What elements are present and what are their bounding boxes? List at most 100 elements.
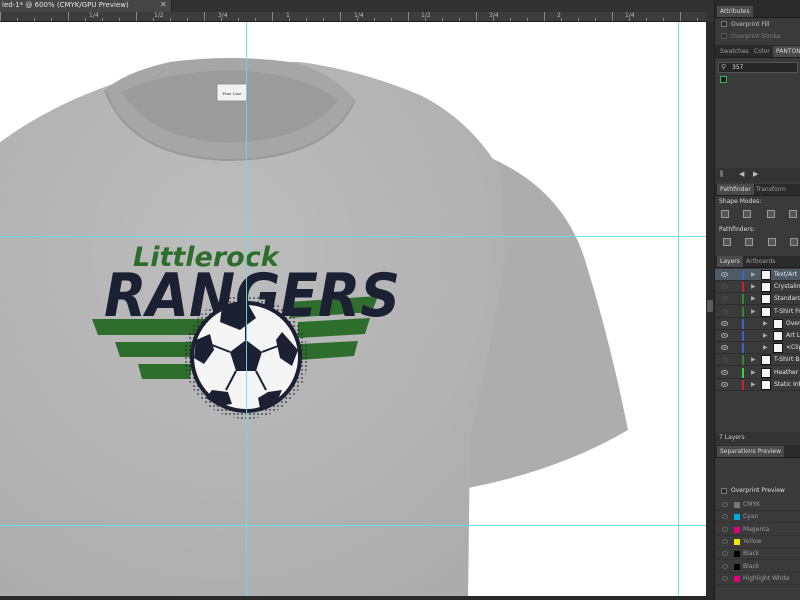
layer-thumbnail [761,270,771,280]
separation-row[interactable]: Magenta [715,524,800,536]
overprint-preview-label: Overprint Preview [731,487,785,494]
ruler-tick [612,12,613,21]
expand-toggle-icon[interactable]: ▶ [763,320,768,327]
layer-row[interactable]: ▶ T-Shirt Fro [715,305,800,318]
expand-toggle-icon[interactable]: ▶ [751,283,756,290]
separation-row[interactable]: Black [715,561,800,573]
ruler-tick [544,12,545,21]
visibility-eye-icon[interactable] [721,381,728,387]
visibility-eye-icon[interactable] [721,369,728,375]
separation-row[interactable]: Highlight White [715,573,800,585]
visibility-eye-icon[interactable] [722,502,728,507]
exclude-icon[interactable] [789,210,797,218]
expand-toggle-icon[interactable]: ▶ [763,344,768,351]
tab-swatches[interactable]: Swatches [717,46,752,57]
visibility-eye-icon[interactable] [721,296,728,302]
separations-panel-header: Separations Preview [715,445,800,458]
vertical-guide[interactable] [678,22,679,596]
previous-icon[interactable]: ◀ [739,170,744,178]
visibility-eye-icon[interactable] [721,357,728,363]
horizontal-guide[interactable] [0,236,706,237]
horizontal-guide[interactable] [0,525,706,526]
swatch-search-input[interactable]: ⚲ 357 [718,62,798,73]
separation-row[interactable]: Cyan [715,511,800,524]
layer-row[interactable]: ▶ Standard I [715,293,800,306]
visibility-eye-icon[interactable] [721,308,728,314]
separation-name: Yellow [743,537,762,545]
visibility-eye-icon[interactable] [721,345,728,351]
layer-row[interactable]: ▶ Heather H [715,366,800,379]
overprint-preview-checkbox[interactable] [721,488,727,494]
vertical-scrollbar[interactable] [706,22,714,596]
tab-transform[interactable]: Transform [753,184,789,195]
intersect-icon[interactable] [767,210,775,218]
minus-front-icon[interactable] [743,210,751,218]
close-icon[interactable]: ✕ [160,0,167,9]
library-icon[interactable]: ⫼ [720,170,723,179]
layers-panel-header: Layers Artboards [715,256,800,268]
tab-separations-preview[interactable]: Separations Preview [717,446,785,457]
layer-row[interactable]: ▶ Crystalina [715,281,800,294]
visibility-eye-icon[interactable] [722,575,728,581]
ruler-label: 1/2 [154,12,164,19]
visibility-eye-icon[interactable] [721,320,728,326]
expand-toggle-icon[interactable]: ▶ [751,369,756,376]
visibility-eye-icon[interactable] [722,514,728,520]
visibility-eye-icon[interactable] [721,333,728,338]
unite-icon[interactable] [721,210,729,218]
layers-footer: 7 Layers [715,432,800,444]
expand-toggle-icon[interactable]: ▶ [751,271,756,278]
tab-attributes[interactable]: Attributes [717,6,753,17]
tab-color[interactable]: Color [751,46,773,57]
divide-icon[interactable] [723,238,731,246]
layer-row[interactable]: ▶ Art La [715,330,800,342]
expand-toggle-icon[interactable]: ▶ [751,308,756,315]
crop-icon[interactable] [790,238,798,246]
separation-row[interactable]: Black [715,548,800,561]
trim-icon[interactable] [745,238,753,246]
visibility-eye-icon[interactable] [722,551,728,557]
layer-row[interactable]: ▶ Text/Art [715,269,800,281]
expand-toggle-icon[interactable]: ▶ [751,295,756,302]
layer-row[interactable]: ▶ T-Shirt Ba [715,354,800,367]
layer-color-swatch [742,282,744,293]
ruler-tick [0,12,1,21]
overprint-fill-checkbox[interactable] [721,21,727,27]
tab-pantone[interactable]: PANTONE [773,46,800,57]
layer-row[interactable]: ▶ Overl [715,317,800,330]
separation-row[interactable]: CMYK [715,499,800,511]
tab-artboards[interactable]: Artboards [743,256,778,267]
visibility-eye-icon[interactable] [721,272,728,277]
next-icon[interactable]: ▶ [753,170,758,178]
artboard-canvas[interactable]: Fine Line Littlerock RANGERS [0,22,706,596]
separation-name: Black [743,550,760,558]
expand-toggle-icon[interactable]: ▶ [763,332,768,339]
ruler-tick [476,12,477,21]
layer-thumbnail [761,282,771,293]
selected-swatch[interactable] [720,76,727,83]
visibility-eye-icon[interactable] [721,284,728,290]
separation-row[interactable]: Yellow [715,536,800,548]
layer-name: Crystalina [774,283,800,291]
ruler-tick [340,12,341,21]
merge-icon[interactable] [768,238,776,246]
expand-toggle-icon[interactable]: ▶ [751,381,756,388]
tab-layers[interactable]: Layers [717,256,743,267]
scrollbar-thumb[interactable] [707,300,713,312]
visibility-eye-icon[interactable] [722,563,728,569]
vertical-guide[interactable] [246,22,247,596]
expand-toggle-icon[interactable]: ▶ [751,356,756,363]
visibility-eye-icon[interactable] [722,526,728,532]
overprint-stroke-checkbox[interactable] [721,33,727,39]
separation-name: Black [743,562,760,570]
horizontal-scrollbar[interactable] [0,596,714,600]
separation-name: CMYK [743,501,760,508]
visibility-eye-icon[interactable] [722,538,728,544]
tab-pathfinder[interactable]: Pathfinder [717,184,754,195]
document-tab[interactable]: led-1* @ 600% (CMYK/GPU Preview) ✕ [0,0,172,12]
layer-row[interactable]: ▶ Static Info [715,378,800,391]
swatches-panel-header: Swatches Color PANTONE [715,45,800,58]
layer-name: Overl [786,319,800,327]
layer-row[interactable]: ▶ <Clip [715,342,800,355]
layer-color-swatch [742,294,744,305]
